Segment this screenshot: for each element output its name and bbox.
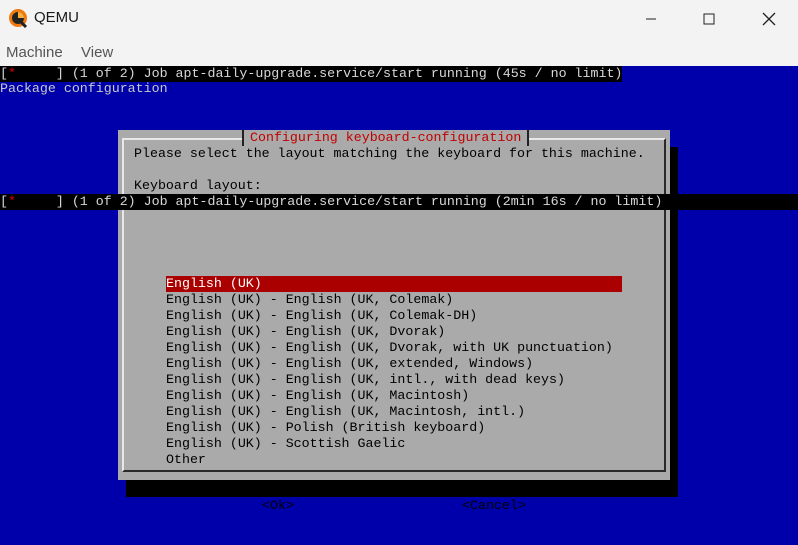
vm-console[interactable]: [* ] (1 of 2) Job apt-daily-upgrade.serv…: [0, 66, 798, 545]
keyboard-layout-label: Keyboard layout:: [134, 178, 262, 193]
keyboard-config-dialog: Configuring keyboard-configuration Pleas…: [118, 130, 670, 513]
layout-option[interactable]: English (UK) - English (UK, Dvorak, with…: [166, 340, 622, 356]
status-line-overlay: [* ] (1 of 2) Job apt-daily-upgrade.serv…: [0, 194, 798, 210]
ok-button[interactable]: <Ok>: [262, 498, 294, 514]
layout-option[interactable]: English (UK): [166, 276, 622, 292]
package-configuration-text: Package configuration: [0, 81, 168, 96]
dialog-prompt: Please select the layout matching the ke…: [134, 146, 645, 161]
window-title: QEMU: [34, 9, 79, 26]
cancel-button[interactable]: <Cancel>: [462, 498, 526, 514]
layout-option[interactable]: English (UK) - English (UK, intl., with …: [166, 372, 622, 388]
layout-option[interactable]: English (UK) - Polish (British keyboard): [166, 420, 622, 436]
dialog-title: Configuring keyboard-configuration: [242, 130, 530, 146]
maximize-button[interactable]: [680, 0, 738, 38]
layout-option[interactable]: English (UK) - English (UK, extended, Wi…: [166, 356, 622, 372]
menu-view[interactable]: View: [81, 44, 113, 61]
minimize-icon: [646, 18, 656, 20]
menu-machine[interactable]: Machine: [6, 44, 63, 61]
layout-option[interactable]: English (UK) - English (UK, Dvorak): [166, 324, 622, 340]
minimize-button[interactable]: [622, 0, 680, 38]
layout-option[interactable]: English (UK) - English (UK, Macintosh, i…: [166, 404, 622, 420]
close-icon: [762, 12, 776, 26]
layout-option[interactable]: English (UK) - English (UK, Colemak-DH): [166, 308, 622, 324]
close-button[interactable]: [740, 0, 798, 38]
status-line-top: [* ] (1 of 2) Job apt-daily-upgrade.serv…: [0, 66, 623, 82]
layout-option[interactable]: English (UK) - Scottish Gaelic: [166, 436, 622, 452]
layout-option[interactable]: English (UK) - English (UK, Macintosh): [166, 388, 622, 404]
qemu-app-icon: [8, 8, 28, 29]
keyboard-layout-list: English (UK) English (UK) - English (UK,…: [166, 276, 622, 468]
menu-bar: Machine View: [0, 38, 798, 66]
layout-option[interactable]: Other: [166, 452, 622, 468]
maximize-icon: [703, 13, 715, 25]
window-titlebar: QEMU: [0, 0, 798, 38]
layout-option[interactable]: English (UK) - English (UK, Colemak): [166, 292, 622, 308]
